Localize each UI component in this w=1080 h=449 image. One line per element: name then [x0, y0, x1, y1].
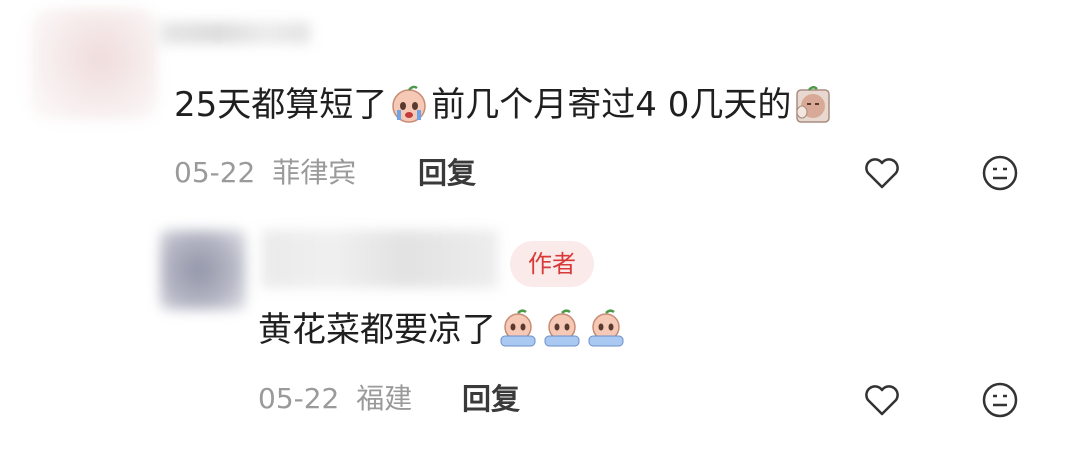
crying-emoji-icon [588, 309, 624, 347]
avatar[interactable] [160, 230, 246, 310]
crying-emoji-icon [392, 85, 427, 123]
author-badge: 作者 [510, 241, 594, 287]
reply-button[interactable]: 回复 [462, 382, 520, 416]
comment-location: 福建 [356, 382, 413, 415]
comment-text-part: 25天都算短了 [174, 85, 388, 125]
comment-text-part: 前几个月寄过4 0几天的 [431, 85, 792, 125]
comment-location: 菲律宾 [272, 156, 357, 189]
crying-emoji-icon [500, 309, 536, 347]
facepalm-emoji-icon [796, 86, 831, 123]
reply-button[interactable]: 回复 [418, 156, 476, 190]
comment-date: 05-22 [258, 382, 340, 415]
heart-icon[interactable] [862, 153, 902, 193]
neutral-face-icon[interactable] [980, 153, 1020, 193]
comment-date: 05-22 [174, 156, 256, 189]
avatar[interactable] [30, 8, 158, 120]
comment-text-part: 黄花菜都要凉了 [258, 310, 496, 350]
comment-meta: 05-22 福建 [258, 382, 412, 416]
username-blurred[interactable] [262, 230, 498, 288]
comment-text: 25天都算短了 前几个月寄过4 0几天的 [174, 84, 835, 125]
heart-icon[interactable] [862, 380, 902, 420]
username-blurred[interactable] [160, 22, 310, 44]
comment-meta: 05-22 菲律宾 [174, 156, 356, 190]
comment-text: 黄花菜都要凉了 [258, 309, 628, 350]
neutral-face-icon[interactable] [980, 380, 1020, 420]
crying-emoji-icon [544, 309, 580, 347]
